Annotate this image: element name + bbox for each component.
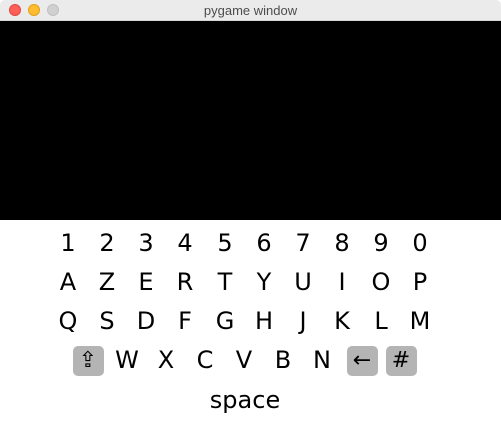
key-u[interactable]: U [287, 266, 319, 298]
key-m[interactable]: M [404, 305, 436, 337]
key-o[interactable]: O [365, 266, 397, 298]
key-a[interactable]: A [52, 266, 84, 298]
key-8[interactable]: 8 [326, 227, 358, 259]
key-y[interactable]: Y [248, 266, 280, 298]
pygame-window: pygame window 1 2 3 4 5 6 7 8 9 0 A Z E … [0, 0, 501, 422]
shift-key[interactable]: ⇪ [72, 346, 104, 376]
key-2[interactable]: 2 [91, 227, 123, 259]
key-j[interactable]: J [287, 305, 319, 337]
key-b[interactable]: B [267, 344, 299, 376]
key-c[interactable]: C [189, 344, 221, 376]
title-bar: pygame window [0, 0, 501, 21]
key-0[interactable]: 0 [404, 227, 436, 259]
game-canvas[interactable] [0, 21, 501, 220]
key-7[interactable]: 7 [287, 227, 319, 259]
key-x[interactable]: X [150, 344, 182, 376]
key-v[interactable]: V [228, 344, 260, 376]
key-3[interactable]: 3 [130, 227, 162, 259]
virtual-keyboard: 1 2 3 4 5 6 7 8 9 0 A Z E R T Y U I O P … [0, 220, 501, 422]
backspace-arrow-icon: ← [352, 348, 372, 373]
key-q[interactable]: Q [52, 305, 84, 337]
window-title: pygame window [203, 3, 298, 18]
key-e[interactable]: E [130, 266, 162, 298]
key-g[interactable]: G [209, 305, 241, 337]
key-6[interactable]: 6 [248, 227, 280, 259]
key-9[interactable]: 9 [365, 227, 397, 259]
key-r[interactable]: R [169, 266, 201, 298]
hash-icon: # [391, 348, 411, 373]
key-p[interactable]: P [404, 266, 436, 298]
symbols-key[interactable]: # [385, 346, 417, 376]
key-w[interactable]: W [111, 344, 143, 376]
key-5[interactable]: 5 [209, 227, 241, 259]
key-f[interactable]: F [169, 305, 201, 337]
backspace-key[interactable]: ← [346, 346, 378, 376]
key-l[interactable]: L [365, 305, 397, 337]
shift-icon: ⇪ [78, 348, 98, 373]
key-4[interactable]: 4 [169, 227, 201, 259]
key-t[interactable]: T [209, 266, 241, 298]
key-k[interactable]: K [326, 305, 358, 337]
key-1[interactable]: 1 [52, 227, 84, 259]
space-key[interactable]: space [185, 384, 305, 416]
key-z[interactable]: Z [91, 266, 123, 298]
key-n[interactable]: N [306, 344, 338, 376]
key-d[interactable]: D [130, 305, 162, 337]
key-i[interactable]: I [326, 266, 358, 298]
key-h[interactable]: H [248, 305, 280, 337]
key-s[interactable]: S [91, 305, 123, 337]
